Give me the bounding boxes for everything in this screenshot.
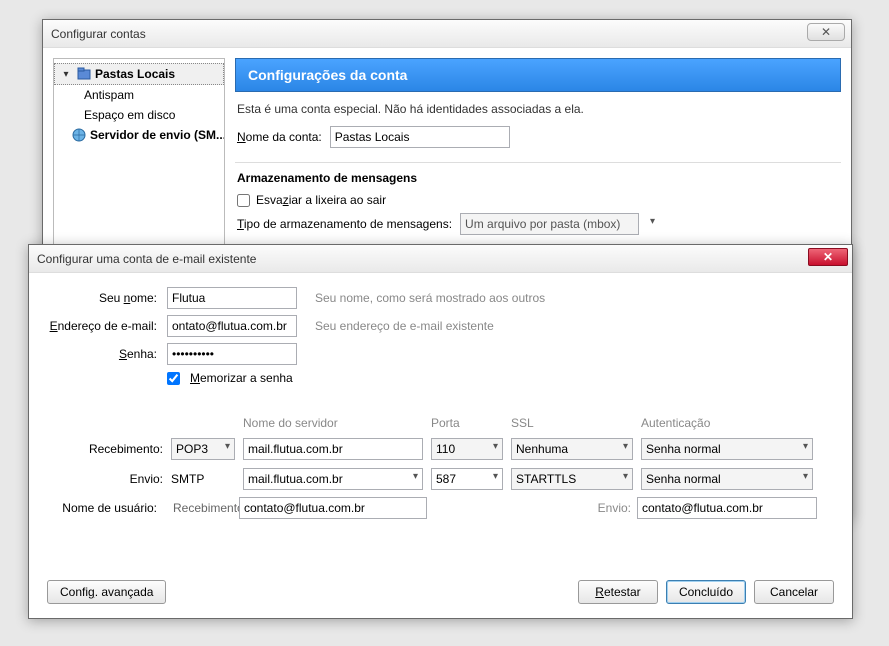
outgoing-proto: SMTP <box>167 469 239 489</box>
close-icon[interactable]: ✕ <box>808 248 848 266</box>
password-input[interactable] <box>167 343 297 365</box>
empty-trash-label: Esvaziar a lixeira ao sair <box>256 193 386 207</box>
incoming-port-select[interactable] <box>431 438 503 460</box>
password-label: Senha: <box>47 347 157 361</box>
incoming-proto-select[interactable] <box>171 438 235 460</box>
close-icon[interactable]: ✕ <box>807 23 845 41</box>
incoming-server-input[interactable] <box>243 438 423 460</box>
email-input[interactable] <box>167 315 297 337</box>
remember-label: Memorizar a senha <box>190 371 293 385</box>
outgoing-ssl-select[interactable] <box>511 468 633 490</box>
tree-item-antispam[interactable]: Antispam <box>54 85 224 105</box>
chevron-down-icon[interactable]: ▾ <box>59 67 73 81</box>
storage-group-title: Armazenamento de mensagens <box>235 169 841 191</box>
tree-root-label: Pastas Locais <box>95 67 175 81</box>
section-header: Configurações da conta <box>235 58 841 92</box>
tree-item-label: Espaço em disco <box>84 108 175 122</box>
outgoing-auth-select[interactable] <box>641 468 813 490</box>
dialog-titlebar[interactable]: Configurar uma conta de e-mail existente… <box>29 245 852 273</box>
account-name-label: Nome da conta: <box>237 130 322 144</box>
section-desc: Esta é uma conta especial. Não há identi… <box>235 92 841 122</box>
name-input[interactable] <box>167 287 297 309</box>
retest-button[interactable]: Retestar <box>578 580 658 604</box>
username-label: Nome de usuário: <box>47 501 167 515</box>
username-incoming-input[interactable] <box>239 497 427 519</box>
tree-item-label: Antispam <box>84 88 134 102</box>
storage-type-select <box>460 213 639 235</box>
outgoing-port-select[interactable] <box>431 468 503 490</box>
username-outgoing-label: Envio: <box>507 501 637 515</box>
outgoing-server-select[interactable] <box>243 468 423 490</box>
accounts-titlebar[interactable]: Configurar contas ✕ <box>43 20 851 48</box>
email-label: Endereço de e-mail: <box>47 319 157 333</box>
remember-checkbox[interactable] <box>167 372 180 385</box>
name-hint: Seu nome, como será mostrado aos outros <box>315 291 545 305</box>
account-name-input[interactable] <box>330 126 510 148</box>
dialog-title: Configurar uma conta de e-mail existente <box>37 252 256 266</box>
globe-icon <box>72 128 86 142</box>
col-port: Porta <box>427 413 507 433</box>
empty-trash-checkbox[interactable] <box>237 194 250 207</box>
advanced-config-button[interactable]: Config. avançada <box>47 580 166 604</box>
email-setup-dialog: Configurar uma conta de e-mail existente… <box>28 244 853 619</box>
incoming-auth-select[interactable] <box>641 438 813 460</box>
cancel-button[interactable]: Cancelar <box>754 580 834 604</box>
col-auth: Autenticação <box>637 413 817 433</box>
email-hint: Seu endereço de e-mail existente <box>315 319 494 333</box>
tree-root-local-folders[interactable]: ▾ Pastas Locais <box>54 63 224 85</box>
folder-icon <box>77 67 91 81</box>
incoming-ssl-select[interactable] <box>511 438 633 460</box>
done-button[interactable]: Concluído <box>666 580 746 604</box>
tree-item-smtp[interactable]: Servidor de envio (SM... <box>54 125 224 145</box>
tree-item-label: Servidor de envio (SM... <box>90 128 224 142</box>
col-server: Nome do servidor <box>239 413 427 433</box>
name-label: Seu nome: <box>47 291 157 305</box>
storage-type-label: Tipo de armazenamento de mensagens: <box>237 217 452 231</box>
outgoing-label: Envio: <box>47 469 167 489</box>
username-incoming-label: Recebimento: <box>167 501 239 515</box>
incoming-label: Recebimento: <box>47 439 167 459</box>
col-ssl: SSL <box>507 413 637 433</box>
accounts-title: Configurar contas <box>51 27 146 41</box>
username-outgoing-input[interactable] <box>637 497 817 519</box>
tree-item-diskspace[interactable]: Espaço em disco <box>54 105 224 125</box>
